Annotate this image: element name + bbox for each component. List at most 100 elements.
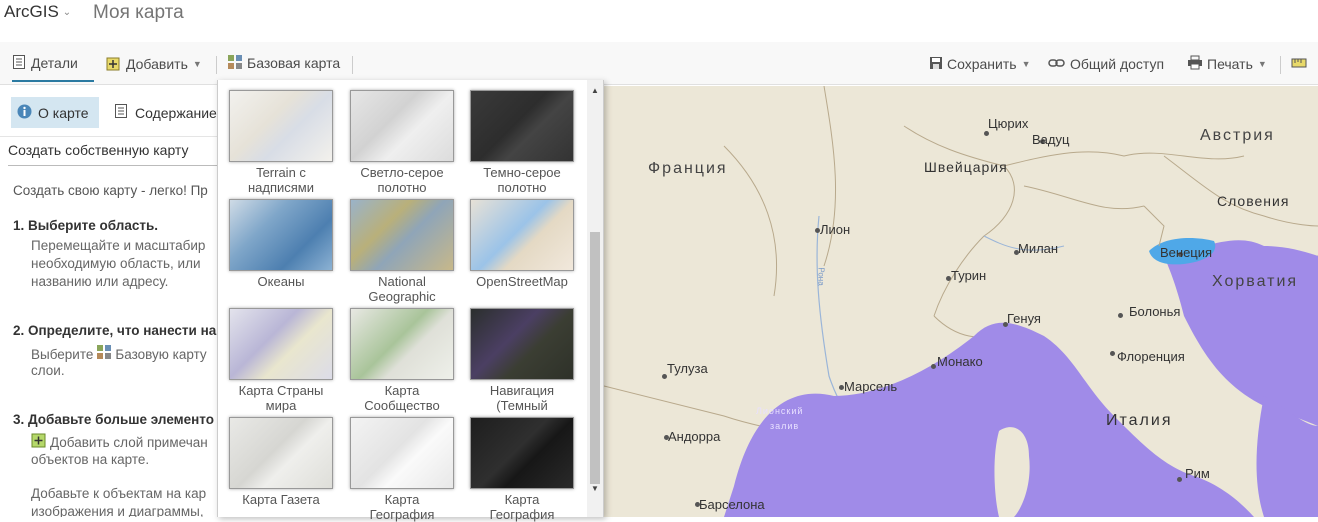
step2-basemap-text: Базовую карту bbox=[115, 346, 207, 362]
basemap-thumbnail bbox=[229, 90, 333, 162]
tab-content[interactable]: Содержание bbox=[114, 97, 217, 128]
scroll-up-arrow-icon[interactable]: ▲ bbox=[591, 86, 599, 95]
arcgis-menu[interactable]: ArcGIS ⌄ bbox=[4, 2, 71, 22]
gallery-scrollbar[interactable]: ▲ ▼ bbox=[587, 80, 603, 517]
step3-line: объектов на карте. bbox=[31, 452, 150, 467]
basemap-option[interactable]: Карта География bbox=[462, 417, 582, 522]
document-icon bbox=[12, 54, 27, 73]
basemap-label-line: надписями bbox=[247, 180, 315, 195]
scrollbar-thumb[interactable] bbox=[590, 232, 600, 484]
caret-down-icon: ▼ bbox=[1257, 59, 1267, 69]
basemap-option[interactable]: Светло-серое полотно bbox=[342, 90, 462, 195]
step3-line: Добавьте к объектам на кар bbox=[31, 486, 207, 501]
step1-line: названию или адресу. bbox=[31, 274, 169, 289]
basemap-label: Карта Сообщество bbox=[342, 383, 462, 413]
basemap-label-line: Terrain с bbox=[256, 165, 306, 180]
step2-line: Выберите Базовую карту bbox=[31, 344, 207, 364]
divider bbox=[1280, 56, 1281, 74]
ruler-icon bbox=[1291, 55, 1307, 74]
basemap-grid-icon bbox=[227, 54, 243, 73]
step3-title: 3. Добавьте больше элементо bbox=[13, 412, 214, 427]
basemap-thumbnail bbox=[350, 308, 454, 380]
basemap-label: Карта География bbox=[342, 492, 462, 522]
map-view[interactable]: Франция Швейцария Австрия Словения Хорва… bbox=[604, 86, 1318, 517]
basemap-label: National Geographic bbox=[342, 274, 462, 304]
basemap-label-line: География bbox=[369, 507, 435, 522]
basemap-label: Навигация (Темный bbox=[462, 383, 582, 413]
map-title: Моя карта bbox=[93, 2, 184, 23]
step3-text: Добавить слой примечан bbox=[50, 435, 208, 450]
details-button[interactable]: Детали bbox=[12, 53, 94, 82]
basemap-option[interactable]: Карта География bbox=[342, 417, 462, 522]
basemap-thumbnail bbox=[229, 199, 333, 271]
toolbar: Детали Добавить ▼ Базовая карта Сохранит… bbox=[0, 42, 1318, 85]
basemap-button[interactable]: Базовая карта bbox=[227, 53, 349, 82]
basemap-grid-icon bbox=[96, 344, 112, 364]
city-dot bbox=[931, 364, 936, 369]
basemap-label: Карта Газета bbox=[221, 492, 341, 507]
tab-about-label: О карте bbox=[38, 104, 89, 121]
basemap-label-line: География bbox=[489, 507, 555, 522]
basemap-label: Светло-серое полотно bbox=[342, 165, 462, 195]
map-label-water: залив bbox=[770, 421, 800, 431]
map-label-city: Турин bbox=[951, 268, 987, 283]
basemap-label-line: Карта bbox=[504, 492, 540, 507]
map-label-country: Франция bbox=[648, 160, 728, 177]
basemap-option[interactable]: OpenStreetMap bbox=[462, 199, 582, 289]
save-button[interactable]: Сохранить ▼ bbox=[929, 53, 1031, 75]
tab-about[interactable]: О карте bbox=[11, 97, 99, 128]
info-icon bbox=[17, 104, 32, 122]
basemap-thumbnail bbox=[470, 417, 574, 489]
map-label-city: Рим bbox=[1185, 466, 1210, 481]
map-canvas bbox=[604, 86, 1318, 517]
map-label-country: Австрия bbox=[1200, 127, 1275, 144]
step3-line: Добавить слой примечан bbox=[31, 433, 208, 452]
basemap-option[interactable]: Навигация (Темный bbox=[462, 308, 582, 413]
basemap-thumbnail bbox=[470, 308, 574, 380]
add-note-icon bbox=[31, 433, 46, 452]
basemap-thumbnail bbox=[229, 417, 333, 489]
basemap-option[interactable]: National Geographic bbox=[342, 199, 462, 304]
basemap-label: Terrain с надписями bbox=[221, 165, 341, 195]
step2-line: слои. bbox=[31, 363, 65, 378]
intro-text: Создать свою карту - легко! Пр bbox=[13, 183, 208, 198]
basemap-option[interactable]: Карта Страны мира bbox=[221, 308, 341, 413]
add-button[interactable]: Добавить ▼ bbox=[106, 53, 202, 75]
step1-line: Перемещайте и масштабир bbox=[31, 238, 206, 253]
city-dot bbox=[984, 131, 989, 136]
step3-line: изображения и диаграммы, bbox=[31, 504, 204, 517]
print-button[interactable]: Печать ▼ bbox=[1187, 53, 1267, 75]
basemap-option[interactable]: Карта Сообщество bbox=[342, 308, 462, 413]
map-label-city: Тулуза bbox=[667, 361, 708, 376]
basemap-label: Базовая карта bbox=[247, 55, 341, 71]
top-bar: ArcGIS ⌄ Моя карта bbox=[0, 0, 1318, 42]
basemap-thumbnail bbox=[229, 308, 333, 380]
scroll-down-arrow-icon[interactable]: ▼ bbox=[591, 484, 599, 493]
basemap-label-line: National bbox=[378, 274, 426, 289]
map-label-city: Генуя bbox=[1007, 311, 1041, 326]
basemap-thumbnail bbox=[350, 199, 454, 271]
basemap-option[interactable]: Terrain с надписями bbox=[221, 90, 341, 195]
basemap-label-line: Карта Газета bbox=[242, 492, 320, 507]
step1-line: необходимую область, или bbox=[31, 256, 201, 271]
basemap-label-line: полотно bbox=[497, 180, 547, 195]
city-dot bbox=[1110, 351, 1115, 356]
create-map-header: Создать собственную карту bbox=[8, 142, 217, 166]
tab-content-label: Содержание bbox=[135, 104, 217, 121]
map-label-river: Рона bbox=[816, 267, 826, 286]
map-label-country: Словения bbox=[1217, 193, 1290, 209]
brand-label: ArcGIS bbox=[4, 2, 59, 21]
panel-tabs: О карте Содержание bbox=[0, 86, 217, 137]
share-button[interactable]: Общий доступ bbox=[1048, 53, 1164, 75]
basemap-option[interactable]: Карта Газета bbox=[221, 417, 341, 507]
map-label-city: Милан bbox=[1018, 241, 1059, 256]
basemap-label-line: Geographic bbox=[368, 289, 436, 304]
map-label-city: Флоренция bbox=[1117, 349, 1185, 364]
left-panel: О карте Содержание Создать собственную к… bbox=[0, 86, 217, 517]
details-label: Детали bbox=[31, 55, 78, 71]
basemap-option[interactable]: Темно-серое полотно bbox=[462, 90, 582, 195]
basemap-label-line: OpenStreetMap bbox=[476, 274, 568, 289]
basemap-option[interactable]: Океаны bbox=[221, 199, 341, 289]
measure-button[interactable] bbox=[1291, 53, 1311, 75]
basemap-label-line: (Темный bbox=[496, 398, 548, 413]
